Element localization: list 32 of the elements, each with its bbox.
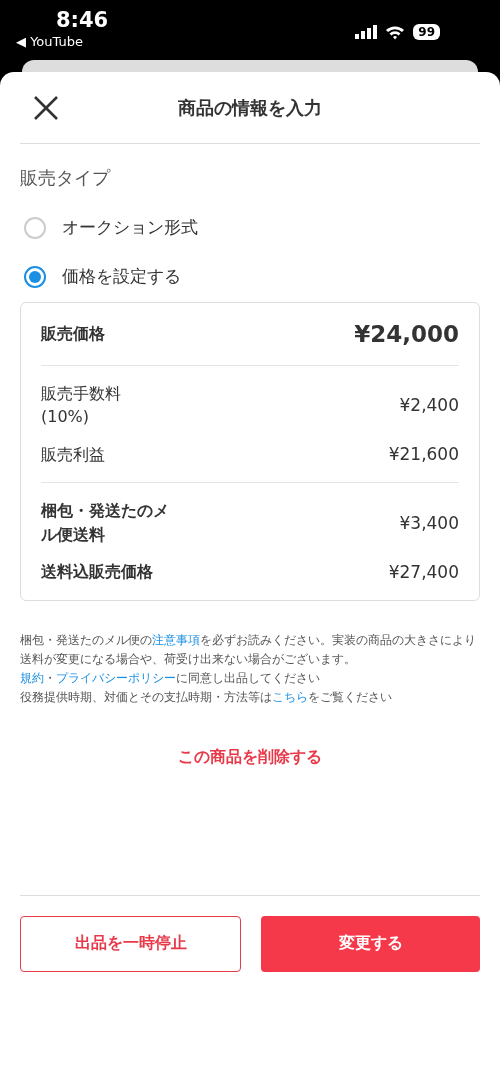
radio-label[interactable]: オークション形式: [62, 216, 198, 239]
notice-link[interactable]: 注意事項: [152, 632, 200, 647]
price-value: ¥27,400: [388, 561, 459, 582]
price-label: 販売利益: [41, 443, 105, 466]
notice-text: 梱包・発送たのメル便の注意事項を必ずお読みください。実装の商品の大きさにより送料が変更になる場合や、荷受け出来ない場合がございます。: [20, 631, 477, 668]
pause-button[interactable]: 出品を一時停止: [20, 915, 241, 972]
back-to-app-link[interactable]: ◀ YouTube: [16, 34, 83, 49]
notice-link[interactable]: プライバシーポリシー: [56, 671, 176, 686]
price-value: ¥3,400: [399, 512, 459, 533]
price-label: 販売価格: [41, 323, 105, 346]
close-button[interactable]: [32, 94, 60, 122]
status-time: 8:46: [56, 8, 109, 32]
signal-icon: [355, 25, 378, 39]
delete-item-link[interactable]: この商品を削除する: [172, 745, 328, 769]
notice-text: 規約・プライバシーポリシーに同意し出品してください: [20, 670, 321, 688]
section-label: 販売タイプ: [20, 166, 110, 190]
price-label: 販売手数料 (10%): [41, 383, 121, 429]
page-title: 商品の情報を入力: [178, 95, 322, 120]
radio-label[interactable]: 価格を設定する: [62, 265, 181, 288]
price-value: ¥2,400: [399, 395, 459, 416]
price-label: 送料込販売価格: [41, 561, 153, 584]
price-label: 梱包・発送たのメル便送料: [41, 500, 170, 546]
price-value: ¥21,600: [388, 444, 459, 465]
submit-button[interactable]: 変更する: [261, 915, 480, 972]
radio-button[interactable]: [24, 265, 46, 288]
notice-link[interactable]: こちら: [272, 690, 308, 705]
price-value: ¥24,000: [354, 321, 459, 347]
radio-button[interactable]: [24, 216, 46, 239]
notice-link[interactable]: 規約: [20, 671, 44, 686]
wifi-icon: [385, 24, 406, 40]
battery-level: 99: [413, 24, 440, 40]
notice-text: 役務提供時期、対価とその支払時期・方法等はこちら をご覧ください: [20, 689, 393, 707]
